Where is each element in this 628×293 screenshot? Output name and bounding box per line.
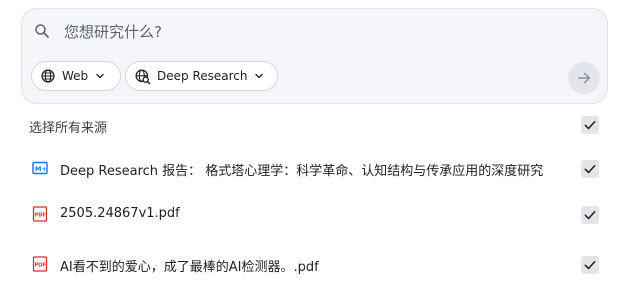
deep-research-chip-label: Deep Research (157, 69, 248, 83)
source-title: Deep Research 报告： 格式塔心理学：科学革命、认知结构与传承应用的… (60, 164, 544, 179)
research-panel: Web Deep Research 选 (0, 0, 628, 293)
select-all-checkbox[interactable] (581, 116, 599, 134)
deep-research-report-icon: M+ (32, 161, 48, 175)
search-icon (35, 24, 49, 38)
select-all-label: 选择所有来源 (29, 121, 108, 136)
research-query-input[interactable] (64, 19, 584, 45)
submit-button[interactable] (568, 62, 600, 94)
source-checkbox[interactable] (581, 206, 599, 224)
web-chip-label: Web (62, 69, 89, 83)
pdf-icon: PDF (32, 206, 48, 222)
svg-text:PDF: PDF (35, 262, 46, 268)
source-item[interactable]: PDF AI看不到的爱心，成了最棒的AI检测器。.pdf (32, 250, 599, 280)
checkmark-icon (584, 211, 596, 220)
chevron-down-icon (96, 73, 104, 79)
checkmark-icon (584, 261, 596, 270)
globe-icon (41, 69, 55, 83)
checkmark-icon (584, 121, 596, 130)
source-title: 2505.24867v1.pdf (60, 206, 180, 221)
source-item[interactable]: M+ Deep Research 报告： 格式塔心理学：科学革命、认知结构与传承… (32, 154, 599, 184)
select-all-sources-row: 选择所有来源 (29, 112, 599, 138)
source-item[interactable]: PDF 2505.24867v1.pdf (32, 200, 599, 230)
deep-research-chip[interactable]: Deep Research (125, 61, 278, 91)
svg-text:M+: M+ (35, 165, 47, 173)
source-checkbox[interactable] (581, 160, 599, 178)
svg-text:PDF: PDF (35, 212, 46, 218)
checkmark-icon (584, 165, 596, 174)
source-checkbox[interactable] (581, 256, 599, 274)
web-source-chip[interactable]: Web (31, 61, 121, 91)
arrow-right-icon (578, 72, 590, 84)
pdf-icon: PDF (32, 256, 48, 272)
source-title: AI看不到的爱心，成了最棒的AI检测器。.pdf (60, 260, 319, 275)
chevron-down-icon (255, 73, 264, 79)
globe-search-icon (135, 68, 151, 84)
search-card: Web Deep Research (21, 8, 608, 104)
